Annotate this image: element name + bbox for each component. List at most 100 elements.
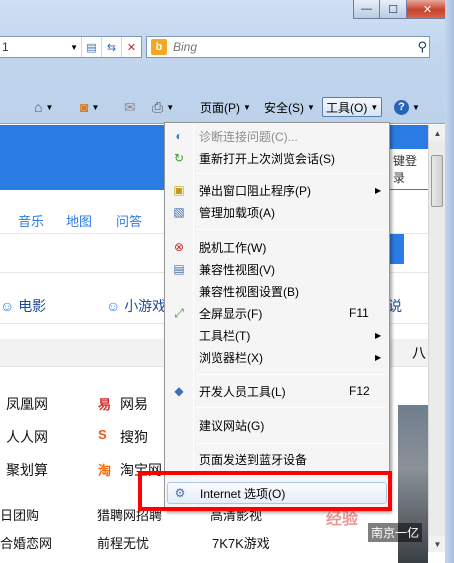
menu-item-suggested-sites[interactable]: 建议网站(G) [167,414,387,436]
menu-item-work-offline[interactable]: ⊗ 脱机工作(W) [167,236,387,258]
compat-view-icon[interactable]: ▤ [81,37,101,57]
tab-minigame-label: 小游戏 [124,298,167,314]
minimize-button[interactable]: — [353,0,380,19]
window-buttons: — ☐ ✕ [353,0,449,19]
menu-item-label: 全屏显示(F) [199,306,263,321]
menu-item-label: 重新打开上次浏览会话(S) [199,151,335,166]
menu-item-label: 兼容性视图设置(B) [199,284,299,299]
menu-item-explorer-bars[interactable]: 浏览器栏(X) ▶ [167,346,387,368]
nav-link-music[interactable]: 音乐 [18,211,44,230]
mail-button[interactable]: ✉ [124,97,136,117]
menu-item-label: 页面发送到蓝牙设备 [199,452,308,467]
reopen-session-icon: ↻ [173,151,185,165]
menu-separator [196,173,386,174]
compat-view-icon: ▤ [173,262,185,276]
site-link[interactable]: 搜狗 [120,427,148,447]
chevron-down-icon: ▼ [307,102,315,112]
menu-item-shortcut: F11 [349,306,369,320]
tab-novel[interactable]: 说 [388,296,402,316]
fullscreen-icon: ⤢ [174,305,184,320]
bing-logo-icon[interactable]: b [151,39,167,55]
site-link[interactable]: 网易 [120,394,148,414]
print-button[interactable]: ⎙ ▼ [152,97,174,117]
site-link[interactable]: 日团购 [0,505,39,524]
menu-item-label: 建议网站(G) [199,418,265,433]
menu-item-reopen-session[interactable]: ↻ 重新打开上次浏览会话(S) [167,147,387,169]
menu-item-popup-blocker[interactable]: ▣ 弹出窗口阻止程序(P) ▶ [167,179,387,201]
tools-menu-label: 工具(O) [326,100,368,115]
mail-icon: ✉ [124,98,136,115]
site-link[interactable]: 7K7K游戏 [212,533,270,552]
menu-separator [196,407,386,408]
home-button[interactable]: ⌂ ▼ [34,97,53,117]
chevron-down-icon: ▼ [370,102,379,112]
sogou-icon: S [98,427,107,442]
maximize-button[interactable]: ☐ [380,0,407,19]
chevron-down-icon[interactable]: ▼ [45,103,53,112]
chevron-down-icon[interactable]: ▼ [91,103,99,112]
submenu-arrow-icon: ▶ [375,352,382,362]
chevron-down-icon[interactable]: ▼ [412,103,420,112]
site-link[interactable]: 前程无忧 [97,533,149,552]
tab-movie[interactable]: ☺ 电影 [0,296,46,316]
site-link[interactable]: 凤凰网 [6,394,48,414]
page-menu[interactable]: 页面(P) ▼ [200,97,251,117]
vertical-scrollbar[interactable]: ▲ ▼ [428,125,446,552]
menu-item-diagnose[interactable]: ◐ 诊断连接问题(C)... [167,125,387,147]
offline-icon: ⊗ [173,240,185,254]
tab-minigame[interactable]: ☺ 小游戏 [106,296,166,316]
help-icon: ? [394,99,409,115]
watermark: 经验 [326,511,359,528]
search-icon[interactable]: ⚲ [417,39,427,55]
menu-item-label: 浏览器栏(X) [199,350,263,365]
menu-item-toolbars[interactable]: 工具栏(T) ▶ [167,324,387,346]
safety-menu[interactable]: 安全(S) ▼ [264,97,315,117]
tools-menu-button[interactable]: 工具(O) ▼ [322,97,383,117]
menu-item-compat-settings[interactable]: 兼容性视图设置(B) [167,280,387,302]
popup-blocker-icon: ▣ [173,183,185,197]
address-text[interactable]: 1 [0,40,67,54]
stop-icon[interactable]: ✕ [121,37,141,57]
help-button[interactable]: ? ▼ [394,97,420,117]
film-icon: ☺ [0,298,15,314]
menu-item-label: 弹出窗口阻止程序(P) [199,183,311,198]
site-link[interactable]: 人人网 [6,427,48,447]
dev-tools-icon: ◆ [174,384,184,398]
site-link[interactable]: 聚划算 [6,460,48,480]
tab-movie-label: 电影 [18,298,47,314]
command-bar: ⌂ ▼ ◙ ▼ ✉ ⎙ ▼ 页面(P) ▼ 安全(S) ▼ 工具(O) ▼ ? ▼ [0,92,454,122]
login-link[interactable]: 键登录 [388,149,428,189]
game-icon: ☺ [106,298,121,314]
menu-item-dev-tools[interactable]: ◆ 开发人员工具(L) F12 [167,380,387,402]
nav-link-map[interactable]: 地图 [66,211,92,230]
chevron-down-icon: ▼ [243,102,251,112]
scroll-up-icon[interactable]: ▲ [429,125,446,141]
chevron-down-icon[interactable]: ▼ [166,103,174,112]
close-button[interactable]: ✕ [407,0,449,19]
search-box[interactable]: b ⚲ [146,36,430,58]
nav-link-qa[interactable]: 问答 [116,211,142,230]
address-bar[interactable]: 1 ▼ ▤ ⇆ ✕ [0,36,142,58]
scroll-thumb[interactable] [431,155,443,207]
photo-caption[interactable]: 南京一亿 [368,523,423,542]
menu-item-label: 工具栏(T) [199,328,251,343]
scroll-down-icon[interactable]: ▼ [429,536,446,552]
menu-item-fullscreen[interactable]: ⤢ 全屏显示(F) F11 [167,302,387,324]
address-dropdown-icon[interactable]: ▼ [67,43,81,52]
menu-item-shortcut: F12 [349,384,370,398]
menu-item-send-bluetooth[interactable]: 页面发送到蓝牙设备 [167,448,387,470]
search-input[interactable] [173,40,403,54]
menu-separator [196,374,386,375]
netease-icon: 易 [98,397,112,412]
menu-separator [196,229,386,230]
site-link[interactable]: 合婚恋网 [0,533,52,552]
menu-item-label: 诊断连接问题(C)... [199,129,298,144]
refresh-icon[interactable]: ⇆ [101,37,121,57]
feeds-button[interactable]: ◙ ▼ [80,97,99,117]
menu-item-compat-view[interactable]: ▤ 兼容性视图(V) [167,258,387,280]
tab-right-label[interactable]: 八 [412,343,426,363]
tools-menu: ◐ 诊断连接问题(C)... ↻ 重新打开上次浏览会话(S) ▣ 弹出窗口阻止程… [164,122,390,511]
menu-item-manage-addons[interactable]: ▧ 管理加载项(A) [167,201,387,223]
diagnose-icon: ◐ [175,129,183,143]
addons-icon: ▧ [173,205,185,219]
